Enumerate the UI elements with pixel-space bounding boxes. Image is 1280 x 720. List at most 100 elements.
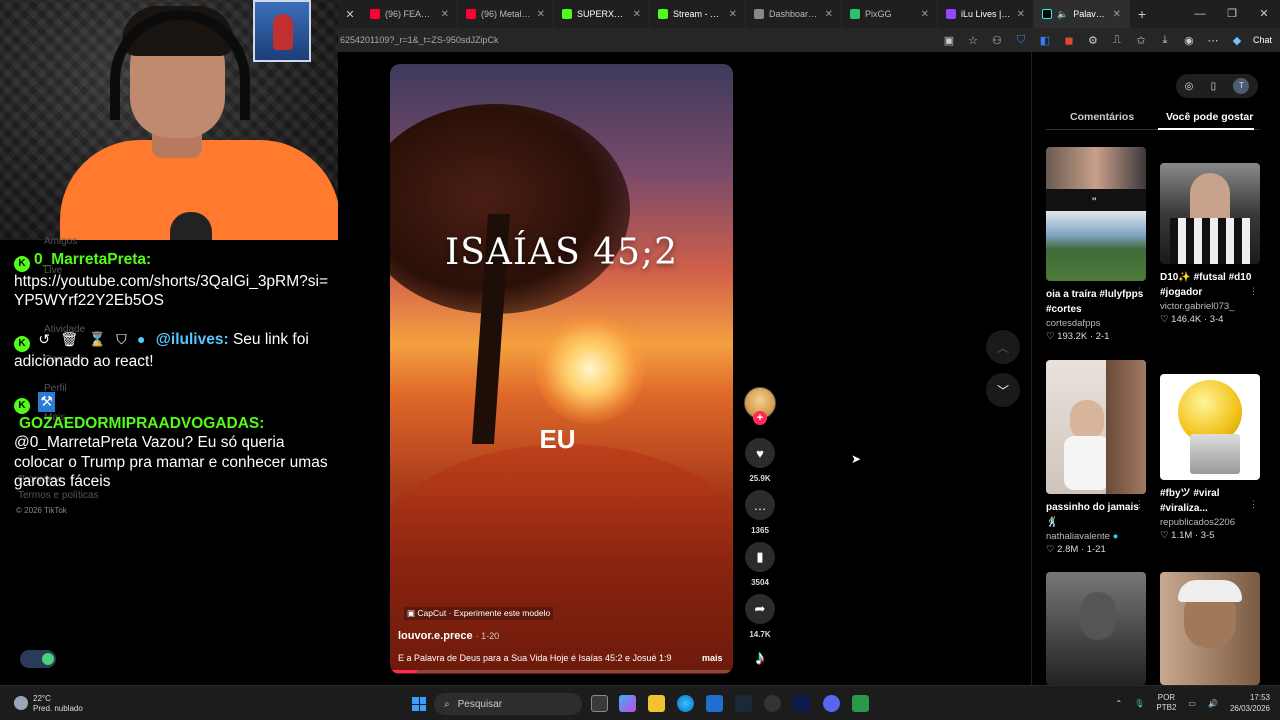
start-button[interactable] (412, 697, 426, 711)
copilot-icon[interactable]: ◆ (1229, 32, 1245, 48)
comment-button[interactable]: … (745, 490, 775, 520)
tab-comments[interactable]: Comentários (1070, 111, 1134, 123)
browser-tab[interactable]: SUPERXANDAO✕ (554, 0, 650, 28)
browser-tab[interactable]: (96) FEAR THE C✕ (362, 0, 458, 28)
task-view-icon[interactable] (591, 695, 608, 712)
close-tab-icon[interactable]: ✕ (338, 8, 362, 21)
browser-tab[interactable]: PixGG ✕ (842, 0, 938, 28)
new-tab-icon[interactable]: + (1130, 6, 1154, 22)
tiktok-logo-icon[interactable]: ♪ (748, 646, 772, 670)
video-thumbnail[interactable] (1046, 360, 1146, 494)
copilot-app-icon[interactable] (619, 695, 636, 712)
video-player[interactable]: ISAÍAS 45;2 EU ▣ CapCut · Experimente es… (390, 64, 733, 674)
video-progress-bar[interactable] (390, 670, 733, 673)
browser-tab[interactable]: Dashboard - Liv✕ (746, 0, 842, 28)
star-icon[interactable]: ☆ (965, 32, 981, 48)
edge-browser-icon[interactable] (677, 695, 694, 712)
follow-plus-icon[interactable]: + (753, 411, 767, 425)
close-icon[interactable]: ✕ (633, 9, 641, 20)
close-icon[interactable]: ✕ (729, 9, 737, 20)
more-icon[interactable]: ⋯ (1205, 32, 1221, 48)
puzzle-icon[interactable]: ⚙ (1085, 32, 1101, 48)
weather-widget[interactable]: 22°C Pred. nublado (14, 694, 83, 714)
recommended-video-card[interactable] (1046, 572, 1148, 685)
recommended-video-card[interactable] (1160, 572, 1262, 685)
app-icon-2[interactable] (852, 695, 869, 712)
extension-icon[interactable]: ⚇ (989, 32, 1005, 48)
tab-favicon-icon (466, 9, 476, 19)
office-icon[interactable]: ◼ (1061, 32, 1077, 48)
close-window-icon[interactable]: ✕ (1248, 0, 1280, 28)
share-button[interactable]: ➦ (745, 594, 775, 624)
chat-button[interactable]: Chat (1253, 32, 1272, 48)
recommended-video-card[interactable]: ⋮ passinho do jamais 🕺 nathaliavalente ●… (1046, 360, 1148, 555)
browser-tab[interactable]: Stream - Kick Da✕ (650, 0, 746, 28)
network-icon[interactable]: ▭ (1188, 699, 1196, 708)
photos-app-icon[interactable] (706, 695, 723, 712)
url-field[interactable]: 6254201109?_r=1&_t=ZS-950sdJZipCk (338, 35, 498, 45)
recommended-video-card[interactable]: ⋮ D10✨ #futsal #d10 #jogador victor.gabr… (1160, 163, 1262, 325)
toggle-icon[interactable] (20, 650, 56, 668)
recommended-video-card[interactable]: ⋮ #fbyツ #viral #viraliza... republicados… (1160, 374, 1262, 541)
video-thumbnail[interactable] (1160, 374, 1260, 480)
video-thumbnail[interactable] (1160, 163, 1260, 264)
video-description: E a Palavra de Deus para a Sua Vida Hoje… (398, 653, 672, 663)
next-video-button[interactable]: ﹀ (986, 373, 1020, 407)
video-thumbnail[interactable] (1160, 572, 1260, 685)
tab-you-may-like[interactable]: Você pode gostar (1166, 111, 1253, 123)
video-author[interactable]: louvor.e.prece · 1-20 (398, 630, 499, 642)
save-button[interactable]: ▮ (745, 542, 775, 572)
shield-badge-icon: ⛉ (116, 331, 127, 347)
steam-icon[interactable] (735, 695, 752, 712)
browser-tab-bar: ✕ (96) FEAR THE C✕ (96) Metal Instru✕ SU… (338, 0, 1280, 28)
profile-icon[interactable]: ◉ (1181, 32, 1197, 48)
more-options-icon[interactable]: ⋮ (1249, 499, 1258, 510)
close-icon[interactable]: ✕ (825, 9, 833, 20)
browser-tab[interactable]: (96) Metal Instru✕ (458, 0, 554, 28)
browser-tab[interactable]: iLu Lives | React✕ (938, 0, 1034, 28)
obs-icon[interactable] (764, 695, 781, 712)
card-title: passinho do jamais 🕺 (1046, 502, 1139, 528)
phone-icon[interactable]: ▯ (1211, 81, 1217, 92)
recommended-video-card[interactable]: " ⋮ oia a traíra #lulyfpps #cortes corte… (1046, 147, 1148, 342)
chevron-up-icon[interactable]: ⌃ (1116, 699, 1123, 708)
download-icon[interactable]: ⤓ (1157, 32, 1173, 48)
favorites-icon[interactable]: ✩ (1133, 32, 1149, 48)
previous-video-button[interactable]: ︿ (986, 330, 1020, 364)
like-button[interactable]: ♥ (745, 438, 775, 468)
close-icon[interactable]: ✕ (1017, 9, 1025, 20)
mic-icon[interactable]: 🎙 (1134, 699, 1144, 708)
speaker-icon[interactable]: 🔈 (1057, 9, 1068, 20)
discord-icon[interactable] (823, 695, 840, 712)
user-avatar[interactable]: T (1233, 78, 1250, 94)
translate-icon[interactable]: ◧ (1037, 32, 1053, 48)
browser-tab-active[interactable]: 🔈Palavra de D✕ (1034, 0, 1130, 28)
more-options-icon[interactable]: ⋮ (1135, 499, 1144, 510)
close-icon[interactable]: ✕ (441, 9, 449, 20)
app-icon[interactable] (793, 695, 810, 712)
volume-icon[interactable]: 🔊 (1208, 699, 1218, 708)
video-thumbnail[interactable]: " (1046, 147, 1146, 281)
minimize-icon[interactable]: — (1184, 0, 1216, 28)
chat-username[interactable]: @ilulives: (156, 331, 229, 348)
close-icon[interactable]: ✕ (537, 9, 545, 20)
clock[interactable]: 17:53 26/03/2026 (1230, 692, 1270, 714)
file-explorer-icon[interactable] (648, 695, 665, 712)
close-icon[interactable]: ✕ (921, 9, 929, 20)
shield-icon[interactable]: ⛉ (1013, 32, 1029, 48)
taskbar-search[interactable]: ⌕ Pesquisar (434, 693, 582, 715)
chat-username[interactable]: 0_MarretaPreta: (34, 251, 151, 268)
reader-icon[interactable]: ▣ (941, 32, 957, 48)
language-indicator[interactable]: POR PTB2 (1156, 693, 1176, 713)
split-screen-icon[interactable]: ⎍ (1109, 32, 1125, 48)
video-thumbnail[interactable] (1046, 572, 1146, 685)
restore-icon[interactable]: ❐ (1216, 0, 1248, 28)
compass-icon[interactable]: ◎ (1185, 81, 1194, 92)
chat-username[interactable]: GOZAEDORMIPRAADVOGADAS: (19, 415, 264, 432)
capcut-template-link[interactable]: ▣ CapCut · Experimente este modelo (404, 607, 554, 620)
more-link[interactable]: mais (702, 653, 723, 663)
more-options-icon[interactable]: ⋮ (1249, 286, 1258, 297)
toolbar-icons: ▣ ☆ ⚇ ⛉ ◧ ◼ ⚙ ⎍ ✩ ⤓ ◉ ⋯ ◆ Chat (941, 32, 1272, 48)
close-icon[interactable]: ✕ (1113, 9, 1121, 20)
more-options-icon[interactable]: ⋮ (1135, 286, 1144, 297)
